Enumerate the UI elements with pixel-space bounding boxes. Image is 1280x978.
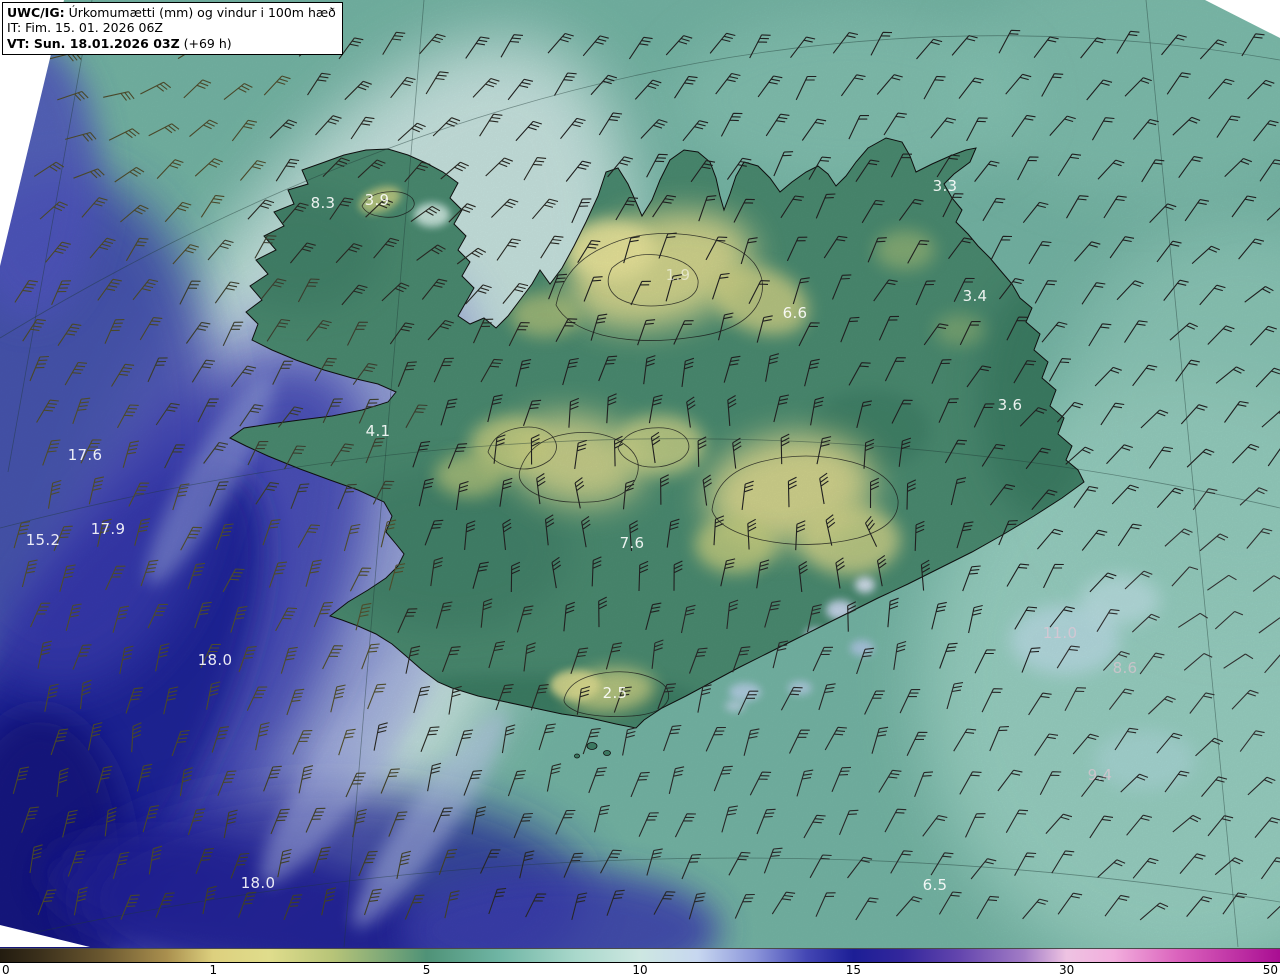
colorbar-tick-label: 5 xyxy=(422,963,431,977)
valid-time: VT: Sun. 18.01.2026 03Z (+69 h) xyxy=(7,35,232,51)
colorbar-scale: 0 1 5 10 15 30 50 xyxy=(0,963,1280,978)
colorbar-tick-label: 1 xyxy=(209,963,218,977)
colorbar-tick-label: 10 xyxy=(632,963,648,977)
precipitation-colorbar xyxy=(0,948,1280,963)
colorbar-tick-label: 30 xyxy=(1058,963,1075,977)
precipitation-wind-map xyxy=(0,0,1280,948)
noise-texture xyxy=(0,0,1280,948)
product-code: UWC/IG: xyxy=(7,5,65,20)
weather-map-screenshot: 8.3 3.9 3.3 1.9 3.4 6.6 3.6 4.1 17.6 17.9 15.2 7.6 1… xyxy=(0,0,1280,978)
product-title: UWC/IG: Úrkomumætti (mm) og vindur i 100… xyxy=(7,5,336,20)
colorbar-tick-label: 50 xyxy=(1262,963,1278,977)
colorbar-tick-label: 15 xyxy=(845,963,862,977)
colorbar-tick-label: 0 xyxy=(2,963,10,977)
init-time: IT: Fim. 15. 01. 2026 06Z xyxy=(7,20,163,36)
map-title-box: UWC/IG: Úrkomumætti (mm) og vindur i 100… xyxy=(2,2,343,55)
